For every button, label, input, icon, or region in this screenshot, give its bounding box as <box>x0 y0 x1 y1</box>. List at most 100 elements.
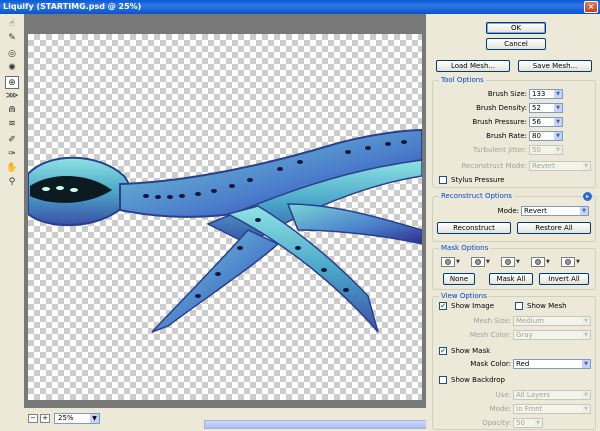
brush-pressure-value: 56 <box>532 118 541 126</box>
show-mask-label: Show Mask <box>451 347 491 355</box>
forward-warp-icon[interactable]: ☝ <box>5 18 19 31</box>
mesh-color-label: Mesh Color: <box>469 331 511 339</box>
mask-all-button[interactable]: Mask All <box>489 273 533 285</box>
chevron-down-icon[interactable]: ▼ <box>580 207 588 215</box>
chevron-down-icon[interactable]: ▼ <box>554 104 562 112</box>
chevron-down-icon[interactable]: ▼ <box>576 259 582 265</box>
reconstruct-mode-dropdown[interactable]: Revert ▼ <box>521 206 589 216</box>
replace-selection-icon[interactable] <box>441 257 455 267</box>
turbulence-icon[interactable]: ≋ <box>5 118 19 131</box>
mask-none-button[interactable]: None <box>443 273 475 285</box>
brush-rate-label: Brush Rate: <box>486 132 527 140</box>
invert-all-button[interactable]: Invert All <box>539 273 589 285</box>
show-mesh-label: Show Mesh <box>527 302 567 310</box>
stylus-pressure-checkbox[interactable] <box>439 176 447 184</box>
info-icon[interactable]: ▸ <box>583 192 592 201</box>
brush-size-label: Brush Size: <box>487 90 527 98</box>
stylus-pressure-label: Stylus Pressure <box>451 176 505 184</box>
show-image-label: Show Image <box>451 302 495 310</box>
reconstruct-mode-selected: Revert <box>524 207 547 215</box>
chevron-down-icon: ▼ <box>582 391 590 399</box>
zoom-icon[interactable]: ⚲ <box>5 176 19 189</box>
show-mesh-checkbox[interactable] <box>515 302 523 310</box>
brush-size-value: 133 <box>532 90 546 98</box>
twirl-clockwise-icon[interactable]: ◎ <box>5 48 19 61</box>
options-panel: OK Cancel Load Mesh... Save Mesh... Tool… <box>426 14 600 431</box>
image-canvas[interactable] <box>28 34 422 400</box>
brush-density-field[interactable]: 52 ▼ <box>529 103 563 113</box>
scrollbar-thumb[interactable] <box>204 420 434 429</box>
show-mask-checkbox[interactable]: ✔ <box>439 347 447 355</box>
reconstruct-mode-select: Revert ▼ <box>529 161 591 171</box>
push-left-icon[interactable]: ⋙ <box>5 90 19 103</box>
reconstruct-button[interactable]: Reconstruct <box>437 222 511 234</box>
reconstruct-mode-label: Reconstruct Mode: <box>461 162 527 170</box>
chevron-down-icon: ▼ <box>582 162 590 170</box>
reconstruct-options-group: Reconstruct Options ▸ Mode: Revert ▼ Reco… <box>432 192 596 242</box>
chevron-down-icon: ▼ <box>582 405 590 413</box>
bloat-icon[interactable]: ⊕ <box>5 76 19 89</box>
view-options-title: View Options <box>439 292 489 300</box>
zoom-select[interactable]: 25% ▼ <box>54 413 100 424</box>
zoom-in-button[interactable]: + <box>40 414 50 423</box>
mask-color-value: Red <box>516 360 530 368</box>
chevron-down-icon[interactable]: ▼ <box>456 259 462 265</box>
liquified-image <box>28 128 422 333</box>
zoom-out-button[interactable]: − <box>28 414 38 423</box>
add-to-selection-icon[interactable] <box>471 257 485 267</box>
intersect-selection-icon[interactable] <box>531 257 545 267</box>
mesh-color-value: Gray <box>516 331 533 339</box>
brush-pressure-field[interactable]: 56 ▼ <box>529 117 563 127</box>
restore-all-button[interactable]: Restore All <box>517 222 591 234</box>
thaw-mask-icon[interactable]: ✑ <box>5 148 19 161</box>
reconstruct-icon[interactable]: ✎ <box>5 32 19 45</box>
pucker-icon[interactable]: ✺ <box>5 62 19 75</box>
ok-button[interactable]: OK <box>486 22 546 34</box>
chevron-down-icon[interactable]: ▼ <box>546 259 552 265</box>
chevron-down-icon[interactable]: ▼ <box>516 259 522 265</box>
turbulent-jitter-label: Turbulent Jitter: <box>473 146 527 154</box>
chevron-down-icon[interactable]: ▼ <box>554 118 562 126</box>
opacity-label: Opacity: <box>482 419 511 427</box>
brush-size-field[interactable]: 133 ▼ <box>529 89 563 99</box>
turbulent-jitter-field: 50 ▼ <box>529 145 563 155</box>
mesh-size-select: Medium ▼ <box>513 316 591 326</box>
freeze-mask-icon[interactable]: ✐ <box>5 134 19 147</box>
brush-rate-value: 80 <box>532 132 541 140</box>
mesh-color-select: Gray ▼ <box>513 330 591 340</box>
show-backdrop-checkbox[interactable] <box>439 376 447 384</box>
chevron-down-icon: ▼ <box>534 419 542 427</box>
use-label: Use: <box>495 391 511 399</box>
mesh-size-value: Medium <box>516 317 544 325</box>
reconstruct-options-title: Reconstruct Options <box>439 192 514 200</box>
chevron-down-icon[interactable]: ▼ <box>582 360 590 368</box>
show-backdrop-label: Show Backdrop <box>451 376 506 384</box>
chevron-down-icon: ▼ <box>554 146 562 154</box>
backdrop-mode-label: Mode: <box>489 405 511 413</box>
load-mesh-button[interactable]: Load Mesh... <box>436 60 510 72</box>
mask-mode-row: ▼ ▼ ▼ ▼ ▼ <box>441 257 591 269</box>
subtract-from-selection-icon[interactable] <box>501 257 515 267</box>
use-value: All Layers <box>516 391 551 399</box>
chevron-down-icon[interactable]: ▼ <box>486 259 492 265</box>
invert-selection-icon[interactable] <box>561 257 575 267</box>
brush-density-value: 52 <box>532 104 541 112</box>
cancel-button[interactable]: Cancel <box>486 38 546 50</box>
mask-color-label: Mask Color: <box>470 360 511 368</box>
mesh-size-label: Mesh Size: <box>473 317 511 325</box>
status-bar: − + 25% ▼ <box>24 408 434 431</box>
show-image-checkbox[interactable]: ✔ <box>439 302 447 310</box>
use-select: All Layers ▼ <box>513 390 591 400</box>
save-mesh-button[interactable]: Save Mesh... <box>518 60 592 72</box>
tool-bar: ☝ ✎ ◎ ✺ ⊕ ⋙ ⋒ ≋ ✐ ✑ ✋ ⚲ <box>0 14 24 408</box>
horizontal-scrollbar[interactable] <box>204 420 434 429</box>
chevron-down-icon[interactable]: ▼ <box>554 132 562 140</box>
zoom-value: 25% <box>58 414 74 422</box>
hand-icon[interactable]: ✋ <box>5 162 19 175</box>
close-button[interactable]: × <box>584 1 598 13</box>
brush-rate-field[interactable]: 80 ▼ <box>529 131 563 141</box>
reconstruct-mode-value: Revert <box>532 162 555 170</box>
mask-color-select[interactable]: Red ▼ <box>513 359 591 369</box>
mirror-icon[interactable]: ⋒ <box>5 104 19 117</box>
chevron-down-icon[interactable]: ▼ <box>554 90 562 98</box>
